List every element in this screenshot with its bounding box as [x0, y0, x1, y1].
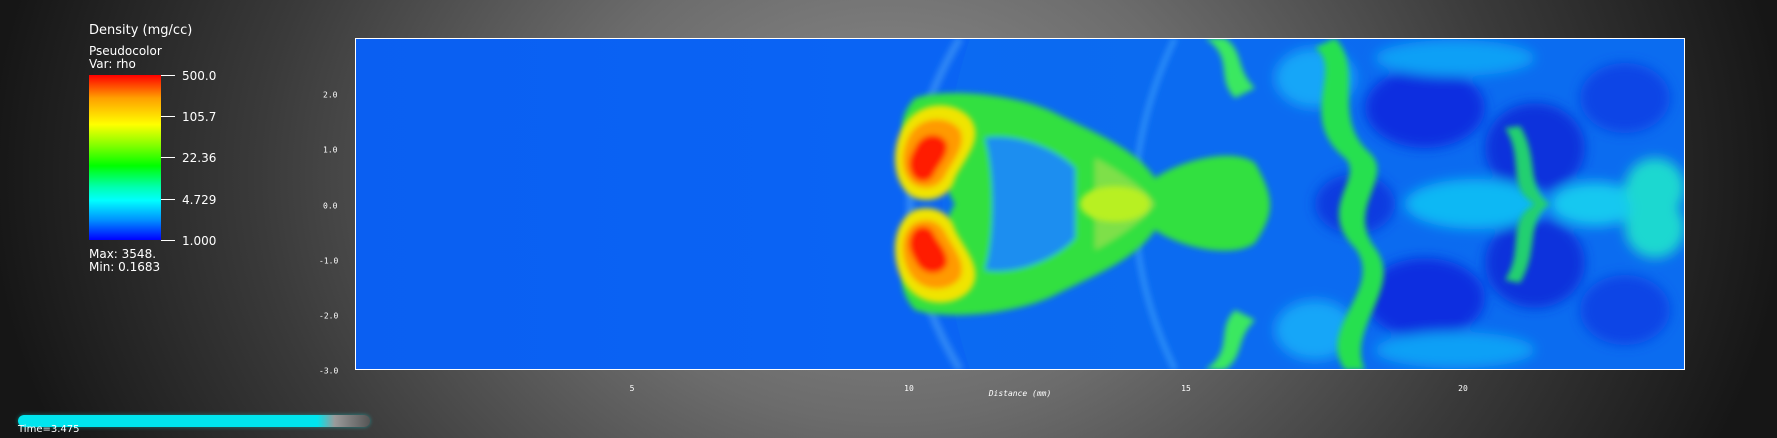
y-tick-label: 2.0 — [323, 90, 338, 100]
colorbar-tick — [161, 240, 175, 241]
colorbar-tick — [161, 199, 175, 200]
y-tick-label: -1.0 — [319, 256, 339, 266]
density-field-image — [355, 38, 1685, 370]
legend-min: Min: 0.1683 — [89, 260, 161, 274]
x-tick-label: 5 — [629, 384, 635, 393]
colorbar-tick-label: 4.729 — [182, 193, 217, 207]
legend-variable: Var: rho — [89, 57, 136, 71]
density-field-plot — [355, 38, 1685, 370]
time-label: Time=3.475 — [18, 424, 80, 435]
y-tick-label: -3.0 — [319, 366, 339, 376]
color-legend: Density (mg/cc) Pseudocolor Var: rho 500… — [0, 0, 260, 290]
colorbar — [89, 75, 161, 240]
colorbar-tick — [161, 157, 175, 158]
y-tick-label: 0.0 — [323, 201, 338, 211]
x-axis-title: Distance (mm) — [988, 389, 1052, 398]
colorbar-tick — [161, 75, 175, 76]
x-tick-label: 10 — [904, 384, 914, 393]
y-tick-label: -2.0 — [319, 311, 339, 321]
colorbar-tick — [161, 116, 175, 117]
colorbar-tick-label: 22.36 — [182, 151, 217, 165]
x-tick-label: 20 — [1458, 384, 1468, 393]
colorbar-tick-label: 105.7 — [182, 110, 217, 124]
y-tick-label: 1.0 — [323, 145, 338, 155]
x-tick-label: 15 — [1181, 384, 1191, 393]
colorbar-tick-label: 1.000 — [182, 234, 217, 248]
legend-title: Density (mg/cc) — [89, 23, 193, 38]
colorbar-tick-label: 500.0 — [182, 69, 217, 83]
